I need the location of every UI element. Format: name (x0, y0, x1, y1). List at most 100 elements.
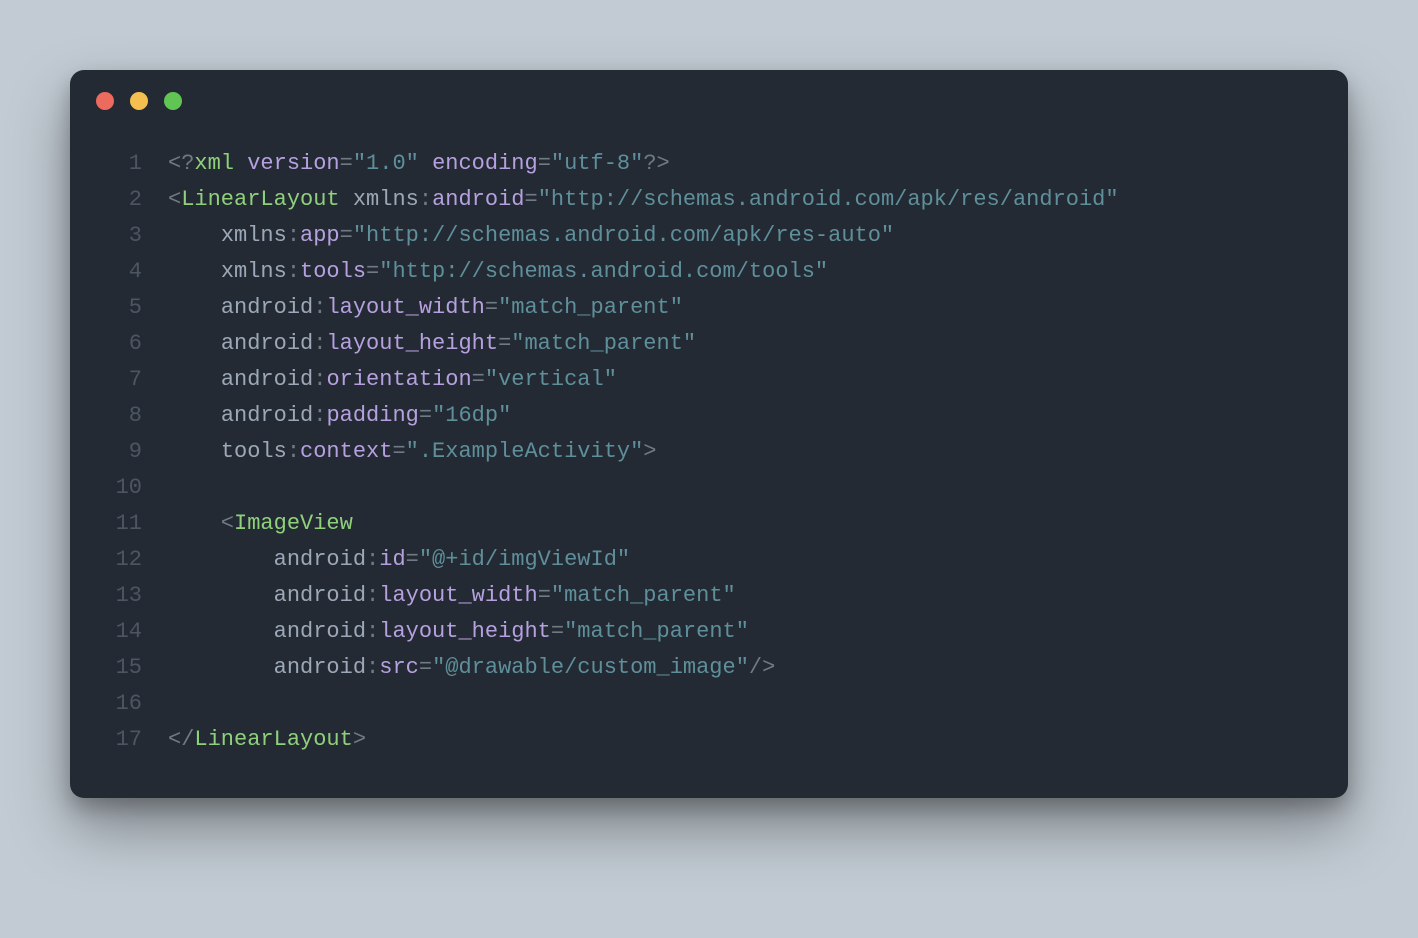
token-punc (168, 331, 221, 356)
token-punc: = (524, 187, 537, 212)
code-content[interactable]: android:layout_width="match_parent" (168, 578, 736, 614)
line-number: 17 (98, 722, 168, 758)
token-punc: = (366, 259, 379, 284)
code-line[interactable]: 3 xmlns:app="http://schemas.android.com/… (98, 218, 1320, 254)
token-str: "utf-8" (551, 151, 643, 176)
token-str: "match_parent" (511, 331, 696, 356)
token-attr: context (300, 439, 392, 464)
code-line[interactable]: 1<?xml version="1.0" encoding="utf-8"?> (98, 146, 1320, 182)
code-line[interactable]: 16 (98, 686, 1320, 722)
token-punc: = (472, 367, 485, 392)
token-punc: = (538, 151, 551, 176)
code-line[interactable]: 15 android:src="@drawable/custom_image"/… (98, 650, 1320, 686)
token-punc (168, 619, 274, 644)
token-punc: = (419, 403, 432, 428)
token-punc: = (498, 331, 511, 356)
close-icon[interactable] (96, 92, 114, 110)
code-line[interactable]: 8 android:padding="16dp" (98, 398, 1320, 434)
minimize-icon[interactable] (130, 92, 148, 110)
code-content[interactable]: <ImageView (168, 506, 353, 542)
code-line[interactable]: 2<LinearLayout xmlns:android="http://sch… (98, 182, 1320, 218)
token-punc (234, 151, 247, 176)
token-ns: tools (221, 439, 287, 464)
titlebar (70, 70, 1348, 132)
code-content[interactable]: android:id="@+id/imgViewId" (168, 542, 630, 578)
token-str: "http://schemas.android.com/apk/res/andr… (538, 187, 1119, 212)
token-attr: tools (300, 259, 366, 284)
line-number: 1 (98, 146, 168, 182)
token-ns: android (221, 403, 313, 428)
token-punc: : (313, 367, 326, 392)
line-number: 15 (98, 650, 168, 686)
code-content[interactable]: android:padding="16dp" (168, 398, 511, 434)
token-punc: : (287, 223, 300, 248)
code-line[interactable]: 13 android:layout_width="match_parent" (98, 578, 1320, 614)
line-number: 8 (98, 398, 168, 434)
token-punc: : (287, 439, 300, 464)
code-line[interactable]: 10 (98, 470, 1320, 506)
code-content[interactable]: xmlns:tools="http://schemas.android.com/… (168, 254, 828, 290)
token-punc: : (287, 259, 300, 284)
code-content[interactable]: android:orientation="vertical" (168, 362, 617, 398)
token-punc: > (353, 727, 366, 752)
code-content[interactable]: android:src="@drawable/custom_image"/> (168, 650, 775, 686)
token-punc: : (313, 331, 326, 356)
line-number: 3 (98, 218, 168, 254)
token-str: "match_parent" (564, 619, 749, 644)
token-punc: < (168, 511, 234, 536)
code-line[interactable]: 7 android:orientation="vertical" (98, 362, 1320, 398)
code-line[interactable]: 5 android:layout_width="match_parent" (98, 290, 1320, 326)
token-tag: LinearLayout (181, 187, 339, 212)
code-line[interactable]: 4 xmlns:tools="http://schemas.android.co… (98, 254, 1320, 290)
token-punc (168, 367, 221, 392)
code-line[interactable]: 12 android:id="@+id/imgViewId" (98, 542, 1320, 578)
line-number: 16 (98, 686, 168, 722)
token-ns: xmlns (221, 259, 287, 284)
token-str: "http://schemas.android.com/apk/res-auto… (353, 223, 894, 248)
code-content[interactable]: tools:context=".ExampleActivity"> (168, 434, 657, 470)
token-attr: layout_width (379, 583, 537, 608)
code-content[interactable]: android:layout_height="match_parent" (168, 326, 696, 362)
token-tag: xml (194, 151, 234, 176)
code-content[interactable] (168, 470, 181, 506)
token-attr: padding (326, 403, 418, 428)
code-editor[interactable]: 1<?xml version="1.0" encoding="utf-8"?>2… (70, 132, 1348, 798)
code-line[interactable]: 11 <ImageView (98, 506, 1320, 542)
zoom-icon[interactable] (164, 92, 182, 110)
code-content[interactable]: xmlns:app="http://schemas.android.com/ap… (168, 218, 894, 254)
token-tag: ImageView (234, 511, 353, 536)
token-punc: = (538, 583, 551, 608)
code-content[interactable]: <LinearLayout xmlns:android="http://sche… (168, 182, 1119, 218)
code-content[interactable] (168, 686, 181, 722)
token-punc: : (366, 583, 379, 608)
token-punc: = (406, 547, 419, 572)
token-punc (168, 655, 274, 680)
token-punc: /> (749, 655, 775, 680)
token-ns: android (221, 367, 313, 392)
code-line[interactable]: 17</LinearLayout> (98, 722, 1320, 758)
token-attr: src (379, 655, 419, 680)
code-line[interactable]: 14 android:layout_height="match_parent" (98, 614, 1320, 650)
token-attr: app (300, 223, 340, 248)
token-ns: android (274, 619, 366, 644)
token-attr: android (432, 187, 524, 212)
code-content[interactable]: android:layout_height="match_parent" (168, 614, 749, 650)
token-attr: layout_height (379, 619, 551, 644)
token-punc: = (392, 439, 405, 464)
token-str: "vertical" (485, 367, 617, 392)
code-content[interactable]: android:layout_width="match_parent" (168, 290, 683, 326)
token-punc: : (366, 547, 379, 572)
code-line[interactable]: 9 tools:context=".ExampleActivity"> (98, 434, 1320, 470)
token-ns: android (274, 583, 366, 608)
line-number: 14 (98, 614, 168, 650)
token-str: ".ExampleActivity" (406, 439, 644, 464)
line-number: 7 (98, 362, 168, 398)
token-punc (168, 583, 274, 608)
code-window: 1<?xml version="1.0" encoding="utf-8"?>2… (70, 70, 1348, 798)
code-line[interactable]: 6 android:layout_height="match_parent" (98, 326, 1320, 362)
code-content[interactable]: </LinearLayout> (168, 722, 366, 758)
code-content[interactable]: <?xml version="1.0" encoding="utf-8"?> (168, 146, 670, 182)
token-ns: android (274, 547, 366, 572)
token-punc: : (419, 187, 432, 212)
line-number: 12 (98, 542, 168, 578)
